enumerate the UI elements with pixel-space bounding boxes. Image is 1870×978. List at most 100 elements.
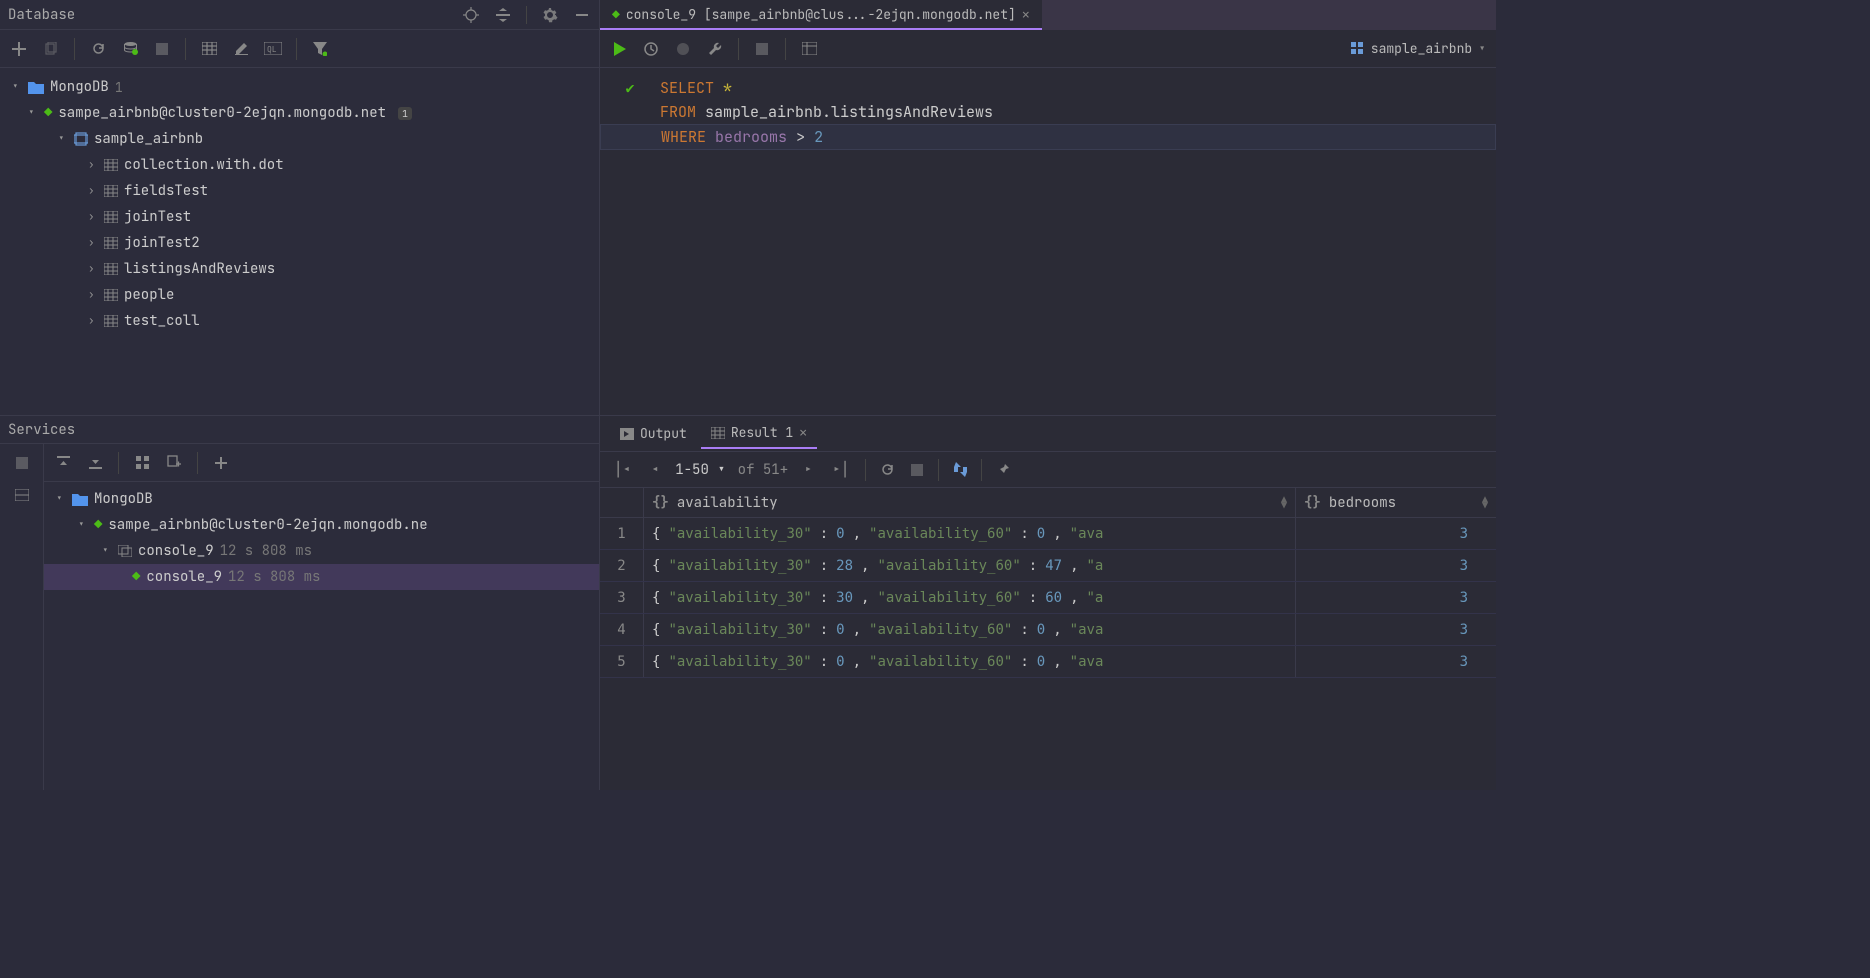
wrench-icon[interactable] [706,40,724,58]
tab-output[interactable]: Output [610,419,697,448]
add-icon[interactable] [10,40,28,58]
chevron-down-icon: ▾ [28,106,38,120]
chevron-down-icon: ▾ [56,492,66,506]
compare-icon[interactable] [951,461,969,479]
keyword: WHERE [661,127,706,147]
page-range[interactable]: 1-50 ▾ [675,461,725,479]
edit-icon[interactable] [232,40,250,58]
services-root[interactable]: ▾ MongoDB [44,486,599,512]
tree-database[interactable]: ▾ sample_airbnb [0,126,599,152]
history-icon[interactable] [642,40,660,58]
tree-collection[interactable]: ›collection.with.dot [0,152,599,178]
sql-editor[interactable]: ✔ SELECT * FROM sample_airbnb.listingsAn… [600,68,1496,415]
mongo-leaf-icon: ◆ [94,516,102,534]
table-row[interactable]: 5{"availability_30": 0, "availability_60… [600,646,1496,678]
schema-selector[interactable]: sample_airbnb ▾ [1351,40,1486,57]
cell-bedrooms[interactable]: 3 [1296,518,1496,549]
close-icon[interactable]: ✕ [1022,6,1030,23]
identifier: sample_airbnb.listingsAndReviews [705,102,993,122]
table-icon [104,185,118,197]
reload-icon[interactable] [878,461,896,479]
stop-icon[interactable] [908,461,926,479]
table-row[interactable]: 3{"availability_30": 30, "availability_6… [600,582,1496,614]
column-label: availability [677,494,778,512]
funnel-icon[interactable] [311,40,329,58]
settings-icon[interactable] [541,6,559,24]
chevron-right-icon: › [88,158,98,172]
run-icon[interactable] [610,40,628,58]
folder-icon [72,493,88,506]
tree-collection[interactable]: ›fieldsTest [0,178,599,204]
filter-stack-icon[interactable] [121,40,139,58]
collapse-icon[interactable] [494,6,512,24]
stop-icon[interactable] [753,40,771,58]
column-header-availability[interactable]: {} availability ▲▼ [644,488,1296,517]
pin-icon[interactable] [994,461,1012,479]
first-page-icon[interactable]: ⎮◂ [610,461,635,479]
cell-bedrooms[interactable]: 3 [1296,646,1496,677]
table-row[interactable]: 2{"availability_30": 28, "availability_6… [600,550,1496,582]
rollback-icon[interactable] [674,40,692,58]
add-filter-icon[interactable] [165,454,183,472]
tree-label: joinTest [124,208,191,226]
cell-bedrooms[interactable]: 3 [1296,582,1496,613]
field: bedrooms [715,127,787,147]
expand-down-icon[interactable] [86,454,104,472]
last-page-icon[interactable]: ▸⎮ [829,461,854,479]
refresh-icon[interactable] [89,40,107,58]
stop-icon[interactable] [13,454,31,472]
copy-icon[interactable] [42,40,60,58]
close-icon[interactable]: ✕ [799,424,807,441]
column-label: bedrooms [1329,494,1396,512]
cell-bedrooms[interactable]: 3 [1296,614,1496,645]
services-console-item[interactable]: ◆ console_9 12 s 808 ms [44,564,599,590]
cell-availability[interactable]: {"availability_30": 0, "availability_60"… [644,646,1296,677]
tree-collection[interactable]: ›test_coll [0,308,599,334]
stop-icon[interactable] [153,40,171,58]
services-tree[interactable]: ▾ MongoDB ▾ ◆ sampe_airbnb@cluster0-2ejq… [44,482,599,790]
layout-icon[interactable] [13,486,31,504]
prev-page-icon[interactable]: ◂ [647,461,663,479]
services-console-group[interactable]: ▾ console_9 12 s 808 ms [44,538,599,564]
table-row[interactable]: 4{"availability_30": 0, "availability_60… [600,614,1496,646]
tree-label: sampe_airbnb@cluster0-2ejqn.mongodb.net [58,104,386,122]
tree-connection[interactable]: ▾ ◆ sampe_airbnb@cluster0-2ejqn.mongodb.… [0,100,599,126]
sort-icon[interactable]: ▲▼ [1281,497,1287,509]
schema-name: sample_airbnb [1371,40,1472,57]
cell-bedrooms[interactable]: 3 [1296,550,1496,581]
tree-collection[interactable]: ›joinTest2 [0,230,599,256]
tree-label: MongoDB [50,78,109,96]
chevron-down-icon: ▾ [102,544,112,558]
add-icon[interactable] [212,454,230,472]
braces-icon: {} [652,494,669,512]
editor-tab-bar: ◆ console_9 [sampe_airbnb@clus...-2ejqn.… [600,0,1496,30]
sort-icon[interactable]: ▲▼ [1482,497,1488,509]
database-tree[interactable]: ▾ MongoDB 1 ▾ ◆ sampe_airbnb@cluster0-2e… [0,68,599,415]
sql-icon[interactable]: QL [264,40,282,58]
target-icon[interactable] [462,6,480,24]
cell-availability[interactable]: {"availability_30": 30, "availability_60… [644,582,1296,613]
table-row[interactable]: 1{"availability_30": 0, "availability_60… [600,518,1496,550]
chevron-right-icon: › [88,262,98,276]
tree-collection[interactable]: ›joinTest [0,204,599,230]
tree-collection[interactable]: ›people [0,282,599,308]
next-page-icon[interactable]: ▸ [800,461,816,479]
cell-availability[interactable]: {"availability_30": 28, "availability_60… [644,550,1296,581]
tab-label: Result 1 [731,424,793,441]
cell-availability[interactable]: {"availability_30": 0, "availability_60"… [644,614,1296,645]
table-view-icon[interactable] [200,40,218,58]
mongo-leaf-icon: ◆ [44,104,52,122]
grid-icon[interactable] [133,454,151,472]
editor-tab[interactable]: ◆ console_9 [sampe_airbnb@clus...-2ejqn.… [600,0,1042,30]
tab-result[interactable]: Result 1 ✕ [701,418,817,449]
explain-plan-icon[interactable] [800,40,818,58]
expand-up-icon[interactable] [54,454,72,472]
cell-availability[interactable]: {"availability_30": 0, "availability_60"… [644,518,1296,549]
minimize-icon[interactable] [573,6,591,24]
services-connection[interactable]: ▾ ◆ sampe_airbnb@cluster0-2ejqn.mongodb.… [44,512,599,538]
table-icon [104,159,118,171]
table-icon [104,237,118,249]
tree-collection[interactable]: ›listingsAndReviews [0,256,599,282]
column-header-bedrooms[interactable]: {} bedrooms ▲▼ [1296,488,1496,517]
tree-root-mongodb[interactable]: ▾ MongoDB 1 [0,74,599,100]
